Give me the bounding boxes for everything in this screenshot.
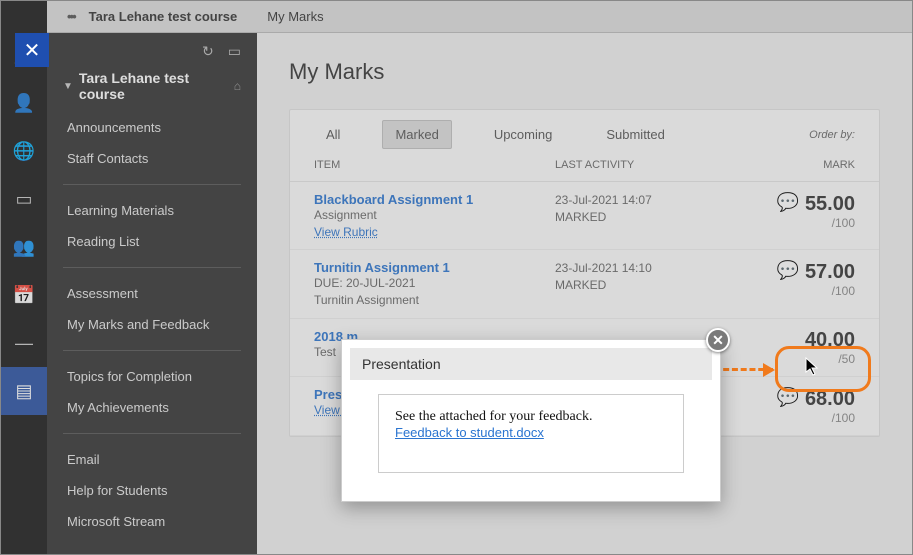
modal-body: See the attached for your feedback. Feed… [378,394,684,473]
order-by-label[interactable]: Order by: [809,129,855,141]
tab-all[interactable]: All [314,121,352,148]
row-activity-date: 23-Jul-2021 14:07 [555,192,735,209]
close-icon: ✕ [24,38,41,63]
modal-title: Presentation [350,348,712,380]
mark-row[interactable]: Blackboard Assignment 1 Assignment View … [290,182,879,250]
breadcrumb-page[interactable]: My Marks [267,9,323,24]
modal-close-button[interactable]: ✕ [706,328,730,352]
rail-groups-icon[interactable]: 👥 [1,223,47,271]
folder-icon[interactable]: ▭ [228,43,241,60]
column-headers: ITEM LAST ACTIVITY MARK [290,149,879,182]
rail-marks-icon[interactable]: ▤ [1,367,47,415]
row-activity-date: 23-Jul-2021 14:10 [555,260,735,277]
rail-messages-icon[interactable]: — [1,319,47,367]
sidebar-item-staff-contacts[interactable]: Staff Contacts [63,143,241,174]
modal-message: See the attached for your feedback. [395,409,667,425]
course-sidebar: ↻ ▭ ▼ Tara Lehane test course ⌂ Announce… [47,33,257,554]
tab-upcoming[interactable]: Upcoming [482,121,565,148]
sidebar-item-achievements[interactable]: My Achievements [63,392,241,423]
row-mark-total: /100 [735,216,855,230]
sidebar-item-assessment[interactable]: Assessment [63,278,241,309]
sidebar-item-learning-materials[interactable]: Learning Materials [63,195,241,226]
col-activity: LAST ACTIVITY [555,159,735,171]
mark-row[interactable]: Turnitin Assignment 1 DUE: 20-JUL-2021 T… [290,250,879,320]
row-sub2: Turnitin Assignment [314,292,555,309]
feedback-file-link[interactable]: Feedback to student.docx [395,425,544,440]
row-mark-total: /100 [735,284,855,298]
row-title[interactable]: Blackboard Assignment 1 [314,192,555,207]
view-rubric-link[interactable]: View Rubric [314,225,378,239]
breadcrumb: ••• Tara Lehane test course My Marks [47,1,912,33]
breadcrumb-course[interactable]: Tara Lehane test course [89,9,238,24]
rail-globe-icon[interactable]: 🌐 [1,127,47,175]
sidebar-item-help[interactable]: Help for Students [63,475,241,506]
row-mark: 55.00 [805,193,855,215]
tab-submitted[interactable]: Submitted [594,121,677,148]
row-mark: 57.00 [805,261,855,283]
chevron-down-icon: ▼ [63,81,73,92]
row-mark-total: /50 [735,352,855,366]
sidebar-item-topics[interactable]: Topics for Completion [63,361,241,392]
rail-courses-icon[interactable]: ▭ [1,175,47,223]
sidebar-item-reading-list[interactable]: Reading List [63,226,241,257]
home-icon[interactable]: ⌂ [234,79,241,93]
feedback-bubble-icon[interactable]: 💬 [777,387,799,407]
tab-marked[interactable]: Marked [382,120,451,149]
row-mark: 68.00 [805,388,855,410]
feedback-modal: ✕ Presentation See the attached for your… [341,339,721,502]
rail-calendar-icon[interactable]: 📅 [1,271,47,319]
row-mark: 40.00 [805,329,855,351]
rail-profile-icon[interactable]: 👤 [1,79,47,127]
page-title: My Marks [289,59,880,85]
nav-rail: 🏛 👤 🌐 ▭ 👥 📅 — ▤ [1,1,47,554]
row-activity-status: MARKED [555,209,735,226]
sidebar-course-title[interactable]: ▼ Tara Lehane test course ⌂ [63,70,241,102]
col-mark: MARK [735,159,855,171]
feedback-bubble-icon[interactable]: 💬 [777,192,799,212]
sidebar-item-my-marks[interactable]: My Marks and Feedback [63,309,241,340]
refresh-icon[interactable]: ↻ [202,43,214,60]
row-activity-status: MARKED [555,277,735,294]
sidebar-item-announcements[interactable]: Announcements [63,112,241,143]
sidebar-course-title-text: Tara Lehane test course [79,70,228,102]
col-item: ITEM [314,159,555,171]
marks-tabs: All Marked Upcoming Submitted Order by: [290,110,879,149]
feedback-bubble-icon[interactable]: 💬 [777,260,799,280]
row-mark-total: /100 [735,411,855,425]
row-sub: DUE: 20-JUL-2021 [314,275,555,292]
row-sub: Assignment [314,207,555,224]
close-panel-button[interactable]: ✕ [15,33,49,67]
row-title[interactable]: Turnitin Assignment 1 [314,260,555,275]
sidebar-item-stream[interactable]: Microsoft Stream [63,506,241,537]
breadcrumb-bullets-icon: ••• [67,9,75,24]
sidebar-item-email[interactable]: Email [63,444,241,475]
